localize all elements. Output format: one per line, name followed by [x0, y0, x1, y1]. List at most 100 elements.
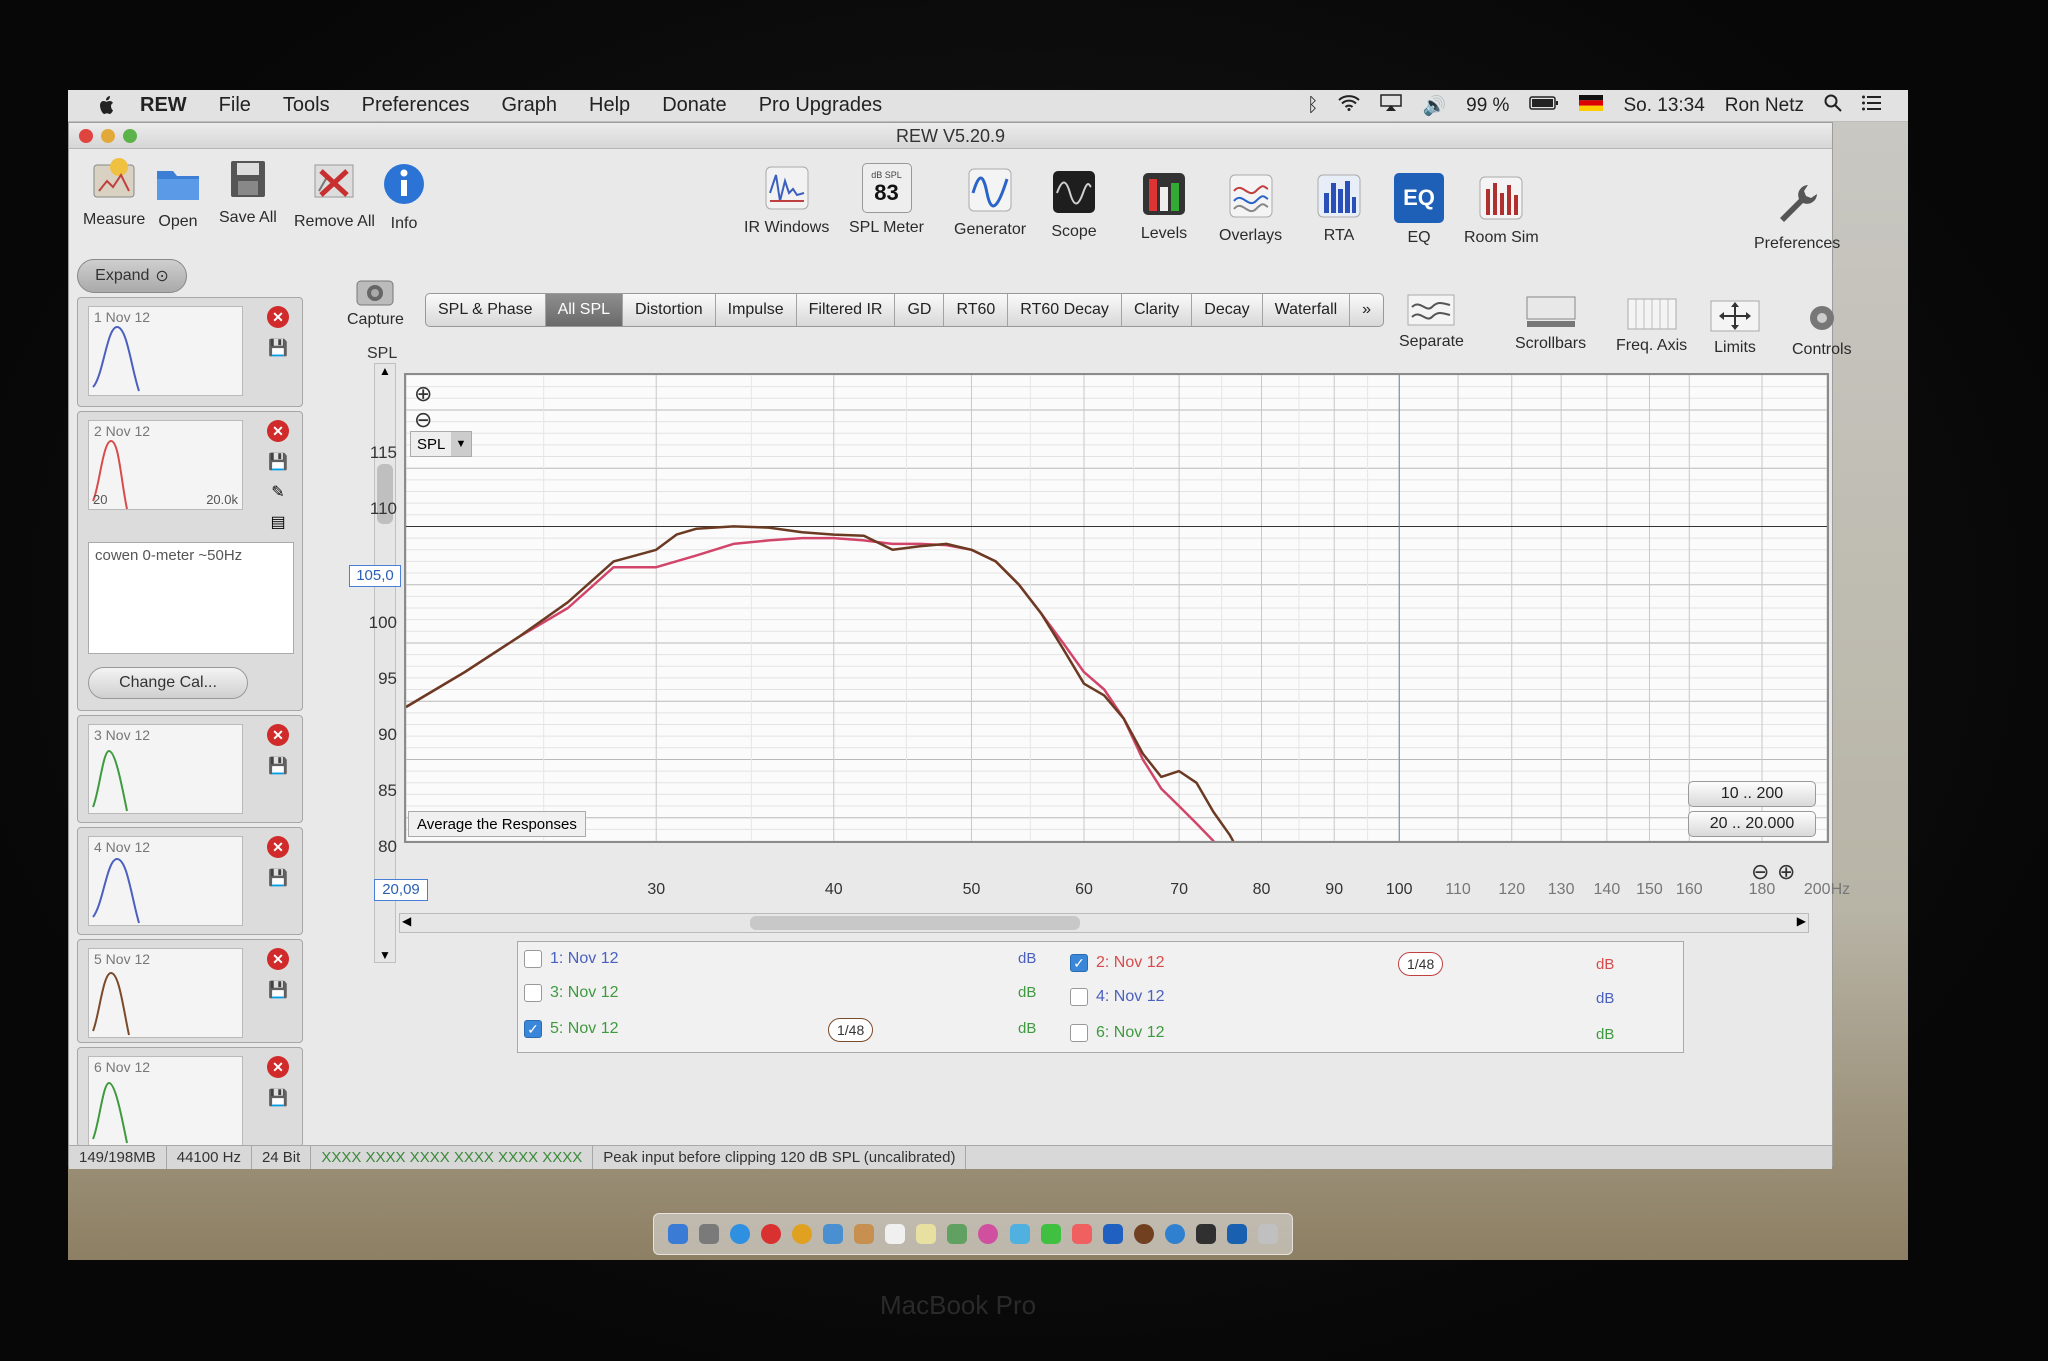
remove-measurement-icon[interactable]: ✕ — [267, 724, 289, 746]
legend-checkbox-2[interactable]: ✓ — [1070, 954, 1088, 972]
contacts-dock-icon[interactable] — [854, 1224, 875, 1244]
menu-pro-upgrades[interactable]: Pro Upgrades — [743, 94, 898, 117]
scroll-up-arrow-icon[interactable]: ▲ — [375, 364, 395, 378]
remove-measurement-icon[interactable]: ✕ — [267, 948, 289, 970]
itunes-dock-icon[interactable] — [1071, 1224, 1092, 1244]
range-20-20000-button[interactable]: 20 .. 20.000 — [1688, 811, 1816, 837]
tab-gd[interactable]: GD — [895, 294, 945, 326]
legend-checkbox-4[interactable] — [1070, 988, 1088, 1006]
range-10-200-button[interactable]: 10 .. 200 — [1688, 781, 1816, 807]
controls-button[interactable]: Controls — [1792, 301, 1852, 359]
generator-button[interactable]: Generator — [954, 165, 1026, 239]
graph-horizontal-scrollbar[interactable]: ◀ ▶ — [399, 913, 1809, 933]
facetime-dock-icon[interactable] — [1040, 1224, 1061, 1244]
tab-distortion[interactable]: Distortion — [623, 294, 716, 326]
eq-button[interactable]: EQ EQ — [1394, 173, 1444, 247]
close-window-button[interactable] — [79, 129, 93, 143]
tab-rt60[interactable]: RT60 — [944, 294, 1009, 326]
legend-checkbox-3[interactable] — [524, 984, 542, 1002]
limits-button[interactable]: Limits — [1709, 299, 1761, 357]
chrome-dock-icon[interactable] — [791, 1224, 812, 1244]
tab-clarity[interactable]: Clarity — [1122, 294, 1193, 326]
battery-icon[interactable] — [1529, 95, 1559, 117]
messages-dock-icon[interactable] — [1009, 1224, 1030, 1244]
rew-dock-icon[interactable] — [1227, 1224, 1248, 1244]
legend-item-3[interactable]: 3: Nov 12 — [524, 984, 618, 1002]
save-all-button[interactable]: Save All — [219, 153, 277, 227]
legend-item-4[interactable]: 4: Nov 12 — [1070, 988, 1164, 1006]
tab-waterfall[interactable]: Waterfall — [1263, 294, 1351, 326]
menu-file[interactable]: File — [203, 94, 267, 117]
legend-checkbox-1[interactable] — [524, 950, 542, 968]
mail-dock-icon[interactable] — [823, 1224, 844, 1244]
measurement-item-5[interactable]: 5 Nov 12 ✕ 💾 — [77, 939, 303, 1043]
calendar-dock-icon[interactable] — [885, 1224, 906, 1244]
terminal-dock-icon[interactable] — [1196, 1224, 1217, 1244]
scroll-left-arrow-icon[interactable]: ◀ — [402, 914, 411, 928]
edit-pencil-icon[interactable]: ✎ — [271, 482, 284, 502]
legend-checkbox-5[interactable]: ✓ — [524, 1020, 542, 1038]
levels-button[interactable]: Levels — [1139, 169, 1189, 243]
menu-donate[interactable]: Donate — [646, 94, 743, 117]
tab-decay[interactable]: Decay — [1192, 294, 1263, 326]
legend-item-5[interactable]: ✓ 5: Nov 12 — [524, 1020, 618, 1038]
flag-icon[interactable] — [1579, 94, 1604, 117]
scroll-right-arrow-icon[interactable]: ▶ — [1797, 914, 1806, 928]
overlays-button[interactable]: Overlays — [1219, 171, 1282, 245]
legend-item-1[interactable]: 1: Nov 12 — [524, 950, 618, 968]
rta-button[interactable]: RTA — [1314, 171, 1364, 245]
freq-axis-button[interactable]: Freq. Axis — [1616, 297, 1687, 355]
opera-dock-icon[interactable] — [760, 1224, 781, 1244]
menu-graph[interactable]: Graph — [485, 94, 573, 117]
maps-dock-icon[interactable] — [947, 1224, 968, 1244]
room-sim-button[interactable]: Room Sim — [1464, 173, 1539, 247]
measurement-item-2[interactable]: 2 Nov 12 20 20.0k ✕ 💾 ✎ ▤ cowen 0-meter … — [77, 411, 303, 711]
apple-icon[interactable] — [90, 90, 124, 122]
save-measurement-icon[interactable]: 💾 — [268, 868, 288, 888]
remove-all-button[interactable]: Remove All — [294, 157, 375, 231]
measurement-item-1[interactable]: 1 Nov 12 ✕ 💾 — [77, 297, 303, 407]
open-button[interactable]: Open — [153, 157, 203, 231]
system-prefs-dock-icon[interactable] — [1165, 1224, 1186, 1244]
measurement-item-6[interactable]: 6 Nov 12 ✕ 💾 — [77, 1047, 303, 1147]
trash-dock-icon[interactable] — [1258, 1224, 1279, 1244]
zoom-out-icon[interactable]: ⊖ — [414, 407, 432, 433]
tab-rt60-decay[interactable]: RT60 Decay — [1008, 294, 1122, 326]
smoothing-badge-2[interactable]: 1/48 — [1398, 952, 1444, 976]
launchpad-dock-icon[interactable] — [698, 1224, 719, 1244]
change-cal-button[interactable]: Change Cal... — [88, 667, 248, 699]
zoom-out-x-icon[interactable]: ⊖ — [1751, 859, 1769, 885]
tab-spl-phase[interactable]: SPL & Phase — [426, 294, 546, 326]
menubar-clock[interactable]: So. 13:34 — [1623, 95, 1704, 117]
photos-dock-icon[interactable] — [978, 1224, 999, 1244]
save-measurement-icon[interactable]: 💾 — [268, 452, 288, 472]
zoom-in-x-icon[interactable]: ⊕ — [1777, 859, 1795, 885]
wifi-icon[interactable] — [1338, 94, 1361, 117]
info-button[interactable]: Info — [379, 159, 429, 233]
menu-help[interactable]: Help — [573, 94, 646, 117]
legend-item-2[interactable]: ✓ 2: Nov 12 — [1070, 954, 1164, 972]
volume-icon[interactable]: 🔊 — [1422, 94, 1446, 118]
measurement-item-3[interactable]: 3 Nov 12 ✕ 💾 — [77, 715, 303, 823]
measurement-notes[interactable]: cowen 0-meter ~50Hz — [88, 542, 294, 654]
scope-button[interactable]: Scope — [1049, 167, 1099, 241]
legend-item-6[interactable]: 6: Nov 12 — [1070, 1024, 1164, 1042]
smoothing-badge-5[interactable]: 1/48 — [828, 1018, 874, 1042]
spl-meter-button[interactable]: dB SPL 83 SPL Meter — [849, 163, 924, 237]
tab-filtered-ir[interactable]: Filtered IR — [797, 294, 896, 326]
firefox-dock-icon[interactable] — [1133, 1224, 1154, 1244]
tab-impulse[interactable]: Impulse — [716, 294, 797, 326]
measure-button[interactable]: Measure — [83, 155, 145, 229]
remove-measurement-icon[interactable]: ✕ — [267, 836, 289, 858]
safari-dock-icon[interactable] — [729, 1224, 750, 1244]
save-measurement-icon[interactable]: 💾 — [268, 980, 288, 1000]
average-responses-button[interactable]: Average the Responses — [408, 811, 586, 837]
menu-rew[interactable]: REW — [124, 94, 203, 117]
curve-selector[interactable]: SPL ▼ — [410, 431, 472, 457]
save-measurement-icon[interactable]: 💾 — [268, 1088, 288, 1108]
save-measurement-icon[interactable]: 💾 — [268, 756, 288, 776]
zoom-window-button[interactable] — [123, 129, 137, 143]
zoom-in-icon[interactable]: ⊕ — [414, 381, 432, 407]
menu-tools[interactable]: Tools — [267, 94, 346, 117]
bluetooth-icon[interactable]: ᛒ — [1307, 95, 1318, 117]
